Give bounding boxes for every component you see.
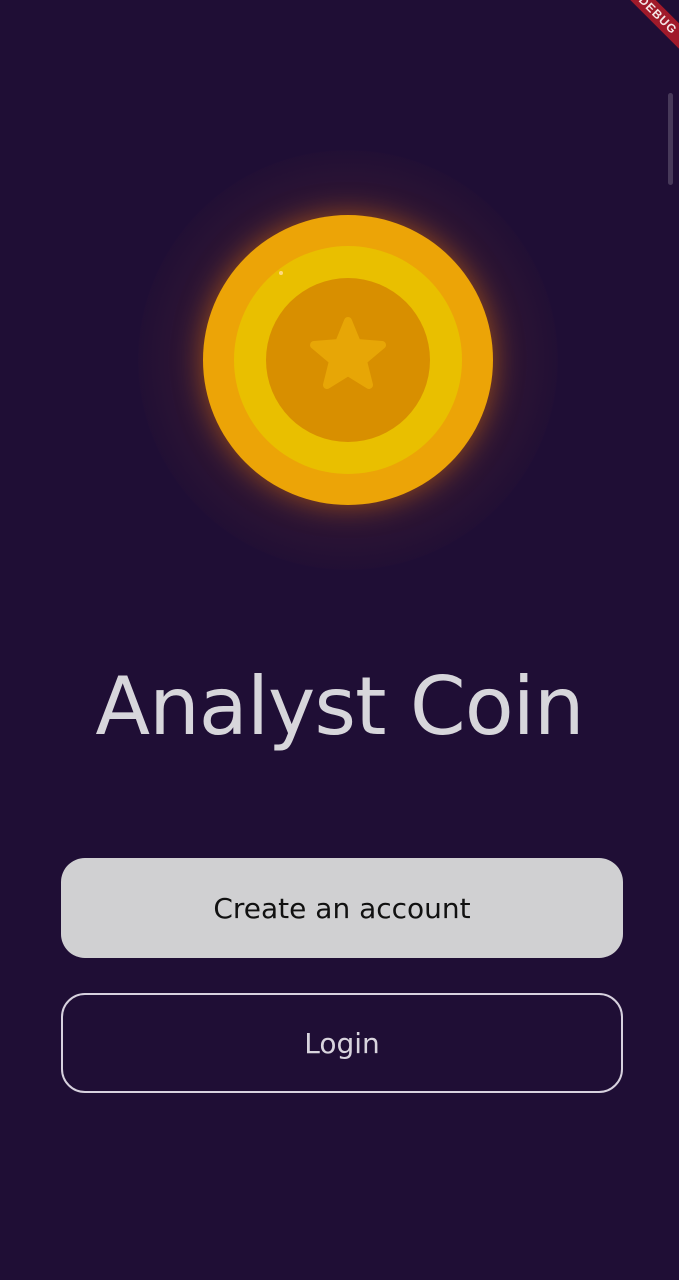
debug-banner: DEBUG (599, 0, 679, 80)
debug-label: DEBUG (612, 0, 679, 61)
scrollbar[interactable] (668, 93, 673, 185)
welcome-screen: DEBUG Analyst Coin Create an account Log… (0, 0, 679, 1280)
create-account-label: Create an account (213, 891, 471, 925)
create-account-button[interactable]: Create an account (61, 858, 623, 958)
coin-icon (203, 215, 493, 505)
login-button[interactable]: Login (61, 993, 623, 1093)
login-label: Login (304, 1026, 380, 1060)
coin-logo (138, 150, 558, 570)
page-title: Analyst Coin (95, 660, 584, 753)
coin-highlight (279, 271, 283, 275)
